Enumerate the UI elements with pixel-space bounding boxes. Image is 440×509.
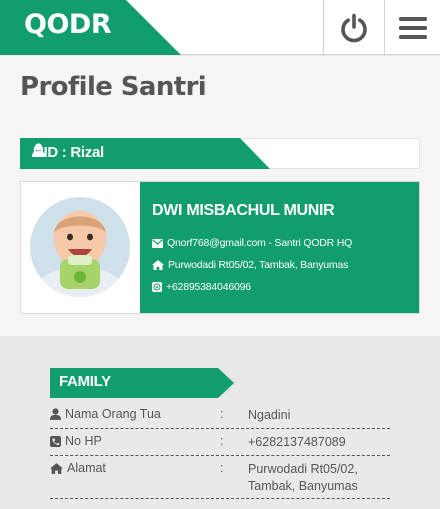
address-value: Purwodadi Rt05/02, Tambak, Banyumas [248,462,358,493]
family-section: FAMILY Nama Orang Tua : Ngadini No HP : … [0,336,440,509]
phone-label: No HP [65,434,102,448]
brand-text: QODR [24,9,112,40]
parent-name-label: Nama Orang Tua [65,407,161,421]
page-title: Profile Santri [20,72,207,102]
profile-info: DWI MISBACHUL MUNIR Qnorf768@gmail.com -… [140,182,419,313]
whatsapp-icon [152,282,162,292]
family-header: FAMILY [50,368,240,398]
family-row-address: Alamat : Purwodadi Rt05/02, Tambak, Bany… [50,456,390,499]
menu-button[interactable] [384,0,440,55]
home-icon [50,462,63,474]
power-icon [341,13,367,42]
profile-section: Profile Santri UID : Rizal DWI MISBACHUL… [0,56,440,336]
avatar [30,197,130,297]
profile-phone: +62895384046096 [166,281,251,293]
user-icon [32,143,45,157]
top-navbar: QODR [0,0,440,55]
separator: : [220,461,224,475]
separator: : [220,407,224,421]
phone-value: +6282137487089 [248,435,346,449]
profile-email: Qnorf768@gmail.com - Santri QODR HQ [167,237,353,249]
hamburger-menu-icon [398,16,427,39]
parent-name-value: Ngadini [248,408,291,422]
logout-button[interactable] [323,0,384,55]
family-row-parent-name: Nama Orang Tua : Ngadini [50,402,390,429]
user-icon [50,408,61,420]
family-row-phone: No HP : +6282137487089 [50,429,390,456]
profile-address: Purwodadi Rt05/02, Tambak, Banyumas [168,259,349,271]
envelope-icon [152,238,163,248]
home-icon [152,260,164,270]
family-title: FAMILY [59,373,111,390]
profile-card: DWI MISBACHUL MUNIR Qnorf768@gmail.com -… [20,181,420,314]
address-label: Alamat [67,461,106,475]
uid-bar: UID : Rizal [20,138,420,169]
profile-name: DWI MISBACHUL MUNIR [152,202,335,219]
brand-logo[interactable]: QODR [0,0,181,55]
phone-icon [50,435,61,447]
separator: : [220,434,224,448]
